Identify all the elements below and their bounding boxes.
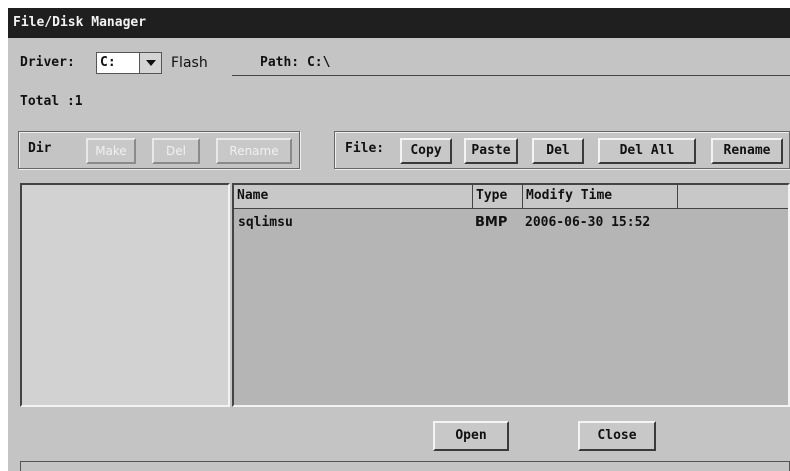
file-name-cell: sqlimsu bbox=[238, 215, 293, 230]
window-title: File/Disk Manager bbox=[8, 8, 790, 38]
open-button[interactable]: Open bbox=[433, 421, 509, 451]
column-header-name[interactable]: Name bbox=[234, 185, 473, 209]
driver-label-text: Driver: bbox=[20, 55, 75, 70]
dir-group-label: Dir bbox=[28, 141, 52, 156]
dir-make-button[interactable]: Make bbox=[86, 138, 136, 164]
column-header-modify-time[interactable]: Modify Time bbox=[523, 185, 678, 209]
driver-select[interactable]: C: bbox=[96, 52, 162, 74]
driver-select-value: C: bbox=[100, 55, 116, 70]
driver-label: Driver: bbox=[20, 55, 75, 70]
file-group-label: File: bbox=[345, 141, 385, 156]
path-underline bbox=[232, 75, 790, 76]
file-del-button[interactable]: Del bbox=[532, 138, 584, 164]
status-bar bbox=[20, 461, 790, 471]
total-label: Total : bbox=[20, 94, 75, 109]
path-label: Path: bbox=[260, 55, 300, 70]
path-display: Path: C:\ bbox=[260, 55, 330, 70]
file-modify-time-cell: 2006-06-30 15:52 bbox=[525, 215, 651, 230]
drive-media-label: Flash bbox=[171, 55, 208, 71]
file-disk-manager-window: File/Disk Manager Driver: C: Flash Path:… bbox=[8, 8, 790, 471]
file-type-cell: BMP bbox=[475, 215, 508, 230]
path-value: C:\ bbox=[306, 55, 331, 70]
chevron-down-icon[interactable] bbox=[139, 53, 161, 73]
file-list[interactable]: Name Type Modify Time sqlimsu BMP 2006-0… bbox=[232, 183, 790, 407]
file-rename-button[interactable]: Rename bbox=[711, 138, 783, 164]
dir-del-button[interactable]: Del bbox=[152, 138, 200, 164]
column-header-type[interactable]: Type bbox=[473, 185, 523, 209]
dir-rename-button[interactable]: Rename bbox=[216, 138, 292, 164]
file-del-all-button[interactable]: Del All bbox=[598, 138, 696, 164]
close-button[interactable]: Close bbox=[578, 421, 656, 451]
column-header-empty bbox=[678, 185, 788, 209]
total-count: Total :1 bbox=[20, 94, 83, 109]
file-paste-button[interactable]: Paste bbox=[464, 138, 518, 164]
directory-tree-pane[interactable] bbox=[20, 183, 230, 407]
file-copy-button[interactable]: Copy bbox=[400, 138, 452, 164]
total-value: 1 bbox=[74, 94, 83, 109]
